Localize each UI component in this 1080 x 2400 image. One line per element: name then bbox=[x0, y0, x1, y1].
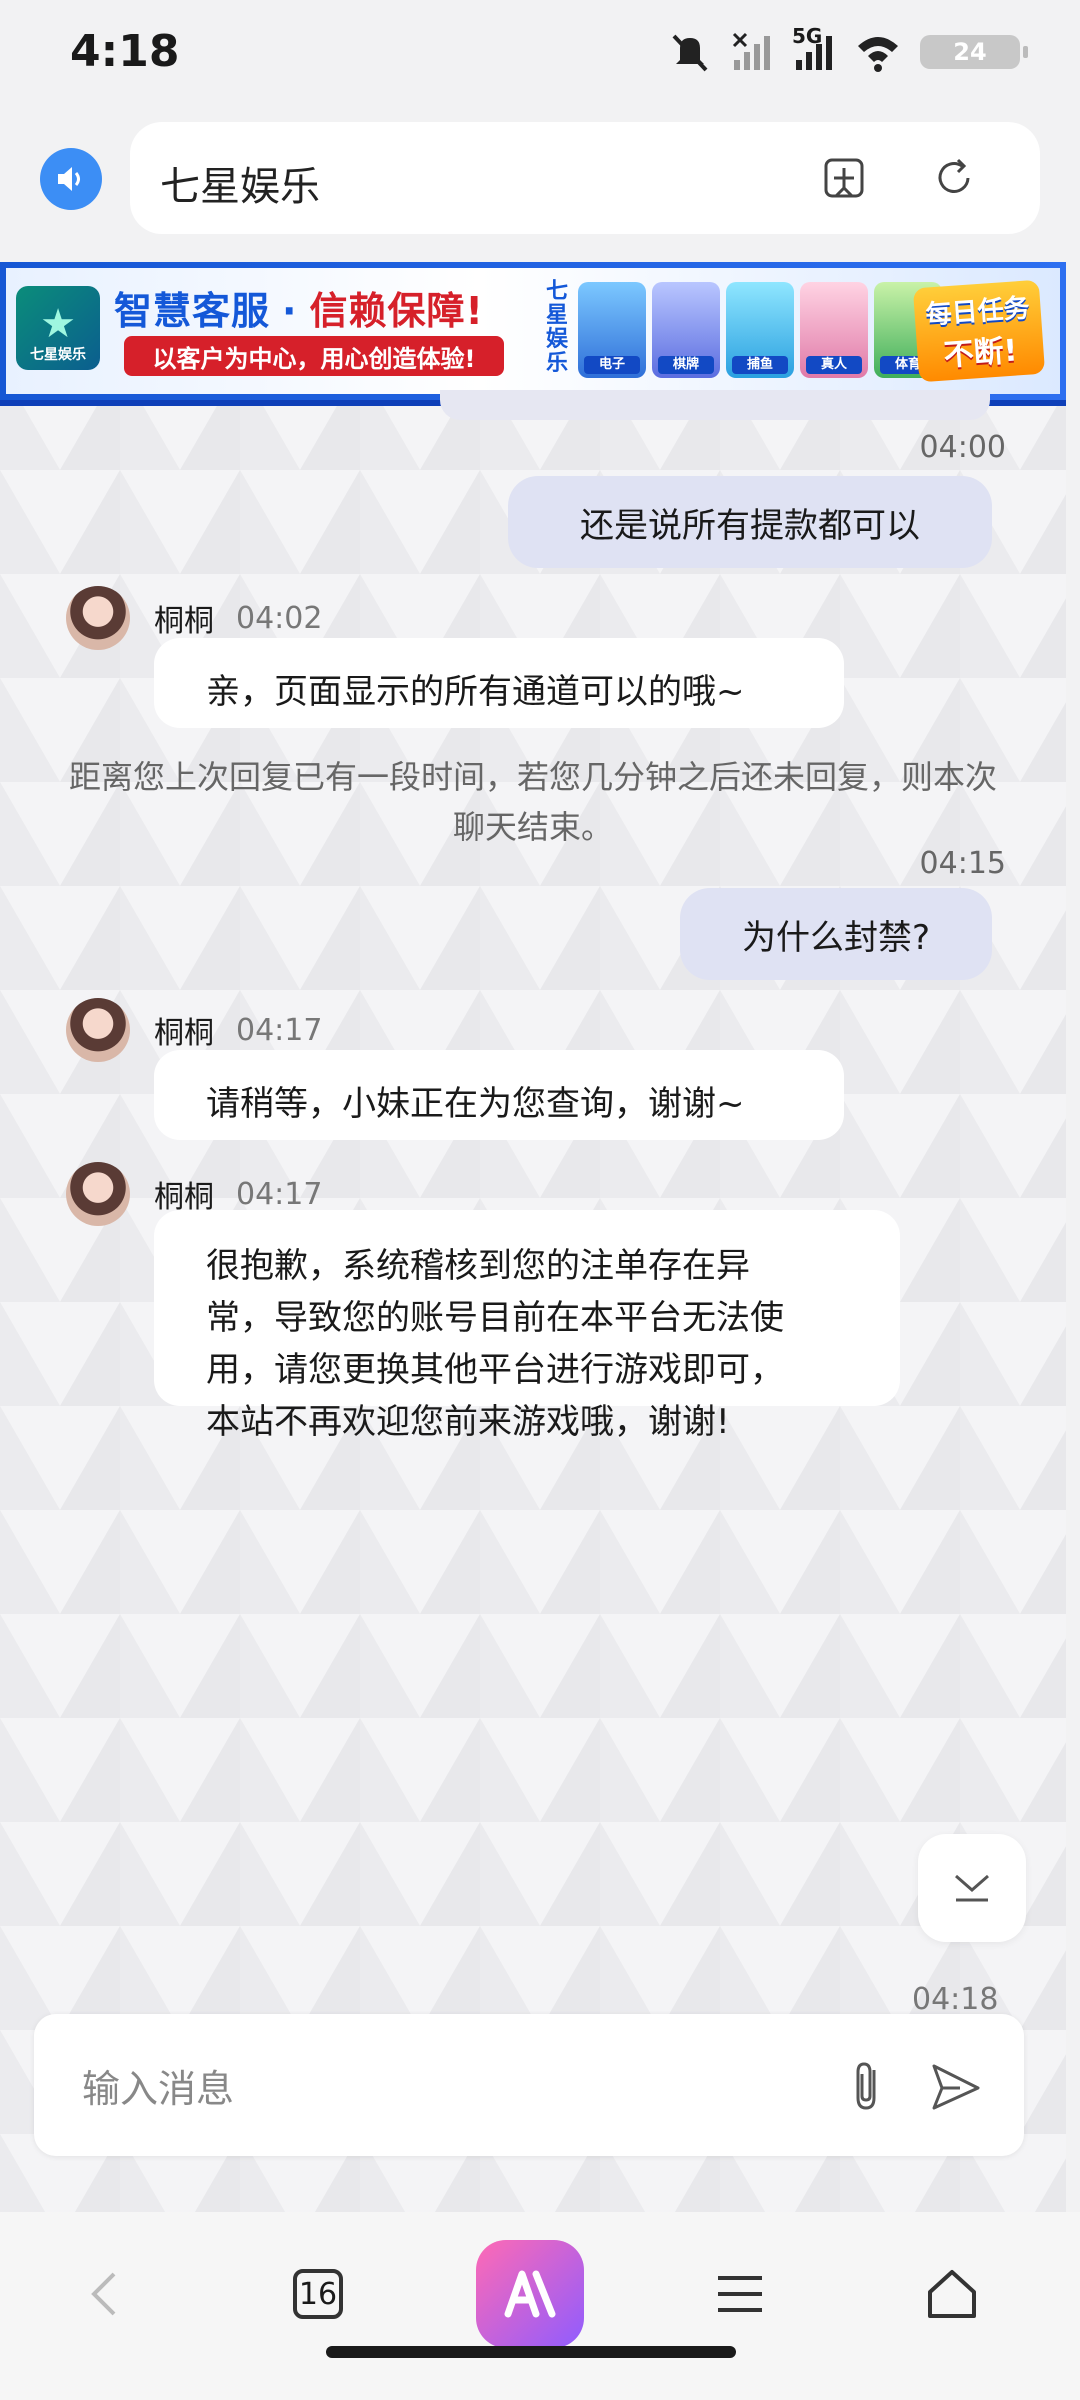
tabs-count: 16 bbox=[293, 2269, 343, 2319]
headline-separator: · bbox=[282, 289, 298, 333]
home-button[interactable] bbox=[902, 2244, 1002, 2344]
browser-address-bar: 七星娱乐 bbox=[0, 110, 1080, 260]
status-time: 4:18 bbox=[70, 26, 180, 77]
site-logo: ★ 七星娱乐 bbox=[16, 286, 100, 370]
tabs-button[interactable]: 16 bbox=[268, 2244, 368, 2344]
agent-message-bubble: 很抱歉，系统稽核到您的注单存在异 常，导致您的账号目前在本平台无法使 用，请您更… bbox=[154, 1210, 900, 1442]
banner-content: ★ 七星娱乐 智慧客服 · 信赖保障! 以客户为中心，用心创造体验! 七星娱乐 电子… bbox=[6, 268, 1060, 394]
promo-banner[interactable]: ★ 七星娱乐 智慧客服 · 信赖保障! 以客户为中心，用心创造体验! 七星娱乐 电子… bbox=[0, 262, 1066, 406]
agent-message-bubble: 亲，页面显示的所有通道可以的哦~ bbox=[154, 638, 844, 728]
agent-message-bubble: 请稍等，小妹正在为您查询，谢谢~ bbox=[154, 1050, 844, 1140]
send-icon[interactable] bbox=[924, 2054, 988, 2118]
daily-task-line2: 不断! bbox=[942, 332, 1019, 373]
menu-icon bbox=[718, 2276, 762, 2312]
attachment-icon[interactable] bbox=[834, 2054, 898, 2118]
game-label: 真人 bbox=[806, 356, 862, 374]
browser-app-button[interactable] bbox=[476, 2240, 584, 2348]
back-button[interactable] bbox=[54, 2244, 154, 2344]
message-composer: 输入消息 bbox=[34, 2014, 1024, 2156]
avatar bbox=[66, 998, 130, 1062]
user-message-bubble: 还是说所有提款都可以 bbox=[508, 476, 992, 568]
agent-name: 桐桐 bbox=[154, 604, 214, 639]
signal-5g-indicator: 5G bbox=[792, 24, 836, 74]
wifi-icon bbox=[858, 37, 898, 72]
network-label: 5G bbox=[792, 24, 823, 48]
system-notice: 距离您上次回复已有一段时间，若您几分钟之后还未回复，则本次聊天结束。 bbox=[68, 758, 997, 846]
message-line: 很抱歉，系统稽核到您的注单存在异 bbox=[206, 1246, 750, 1286]
status-icons: 5G 24 bbox=[668, 24, 1028, 74]
battery-level: 24 bbox=[953, 38, 987, 66]
banner-subline: 以客户为中心，用心创造体验! bbox=[124, 336, 504, 376]
chat-thread[interactable]: 04:00 还是说所有提款都可以 桐桐 04:02 亲，页面显示的所有通道可以的… bbox=[0, 390, 1066, 2212]
speaker-icon[interactable] bbox=[40, 148, 102, 210]
home-indicator[interactable] bbox=[326, 2346, 736, 2358]
refresh-icon[interactable] bbox=[928, 152, 980, 204]
app-logo-icon bbox=[504, 2270, 556, 2318]
scroll-to-bottom-button[interactable] bbox=[918, 1834, 1026, 1942]
game-fishing: 捕鱼 bbox=[726, 282, 794, 378]
menu-button[interactable] bbox=[690, 2244, 790, 2344]
message-line: 用，请您更换其他平台进行游戏即可， bbox=[206, 1350, 784, 1390]
avatar bbox=[66, 1162, 130, 1226]
agent-name: 桐桐 bbox=[154, 1016, 214, 1051]
game-category-list: 电子 棋牌 捕鱼 真人 体育 bbox=[578, 282, 942, 378]
daily-task-badge: 每日任务 不断! bbox=[912, 279, 1046, 383]
game-label: 棋牌 bbox=[658, 356, 714, 374]
brand-vertical: 七星娱乐 bbox=[545, 279, 568, 376]
headline-blue: 智慧客服 bbox=[114, 289, 271, 333]
message-input[interactable]: 输入消息 bbox=[82, 2058, 234, 2113]
browser-bottom-nav: 16 bbox=[0, 2212, 1080, 2400]
headline-red: 信赖保障! bbox=[309, 289, 484, 333]
mute-icon bbox=[672, 34, 708, 72]
game-live: 真人 bbox=[800, 282, 868, 378]
message-time: 04:15 bbox=[919, 846, 1006, 881]
avatar bbox=[66, 586, 130, 650]
message-time: 04:00 bbox=[919, 430, 1006, 465]
message-time: 04:02 bbox=[236, 600, 323, 636]
chevron-down-icon bbox=[955, 1874, 989, 1902]
logo-star-icon: ★ bbox=[40, 301, 76, 347]
message-time: 04:17 bbox=[236, 1176, 323, 1212]
banner-headline: 智慧客服 · 信赖保障! bbox=[114, 280, 484, 335]
game-slots: 电子 bbox=[578, 282, 646, 378]
chevron-left-icon bbox=[91, 2272, 116, 2316]
url-text: 七星娱乐 bbox=[160, 164, 320, 210]
home-icon bbox=[928, 2270, 976, 2318]
message-line: 本站不再欢迎您前来游戏哦，谢谢! bbox=[206, 1402, 730, 1442]
web-page: ★ 七星娱乐 智慧客服 · 信赖保障! 以客户为中心，用心创造体验! 七星娱乐 电子… bbox=[0, 262, 1066, 2212]
game-label: 捕鱼 bbox=[732, 356, 788, 374]
no-signal-icon bbox=[732, 32, 770, 70]
game-label: 电子 bbox=[584, 356, 640, 374]
status-bar: 4:18 5G 24 bbox=[0, 0, 1080, 110]
game-cards: 棋牌 bbox=[652, 282, 720, 378]
user-message-bubble: 为什么封禁? bbox=[680, 888, 992, 980]
message-time: 04:17 bbox=[236, 1012, 323, 1048]
url-field[interactable]: 七星娱乐 bbox=[130, 122, 1040, 234]
logo-text: 七星娱乐 bbox=[30, 347, 86, 363]
previous-bubble-edge bbox=[440, 390, 990, 420]
message-time: 04:18 bbox=[912, 1982, 999, 2017]
battery-icon: 24 bbox=[920, 35, 1028, 69]
message-line: 常，导致您的账号目前在本平台无法使 bbox=[206, 1298, 784, 1338]
add-bookmark-icon[interactable] bbox=[818, 152, 870, 204]
